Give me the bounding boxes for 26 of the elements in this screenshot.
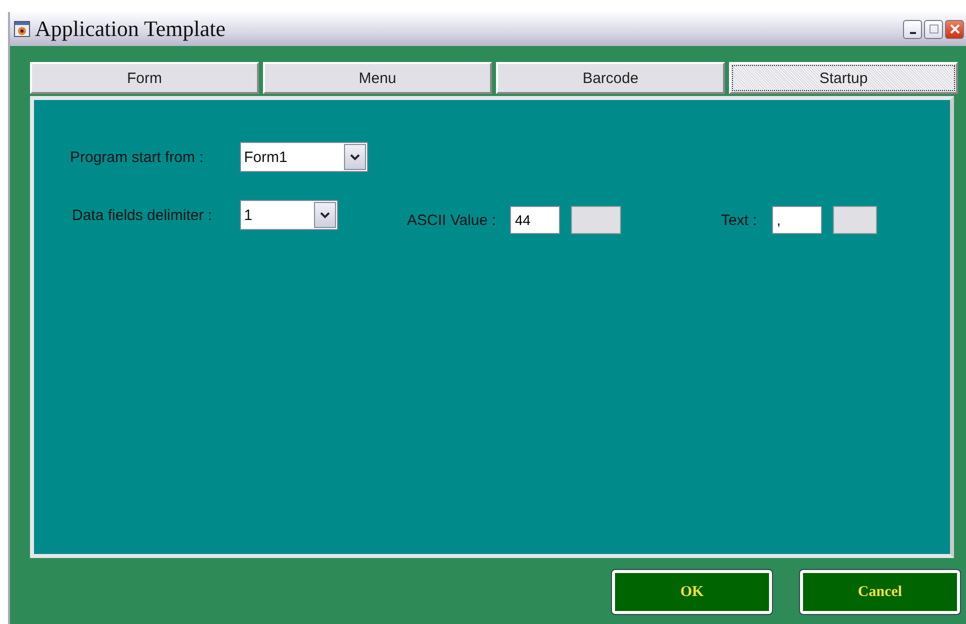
maximize-icon — [928, 24, 938, 34]
ascii-value-field[interactable]: 44 — [510, 206, 560, 234]
tab[interactable]: Form — [30, 62, 259, 94]
ascii-preview-box — [570, 206, 621, 234]
chevron-down-icon — [350, 153, 360, 161]
close-button[interactable] — [945, 20, 964, 38]
app-icon — [14, 21, 30, 37]
program-start-dropdown[interactable]: Form1 — [240, 142, 368, 172]
field-label: ASCII Value : — [407, 212, 496, 228]
window-title: Application Template — [35, 16, 226, 42]
cancel-button[interactable]: Cancel — [800, 570, 960, 614]
ok-button[interactable]: OK — [612, 570, 772, 614]
minimize-button[interactable] — [903, 20, 922, 38]
text-field[interactable]: , — [772, 206, 822, 234]
maximize-button[interactable] — [924, 20, 943, 38]
tab[interactable]: Barcode — [496, 62, 725, 94]
delimiter-dropdown[interactable]: 1 — [240, 200, 338, 230]
field-label: Data fields delimiter : — [72, 206, 214, 224]
field-label: Text : — [720, 212, 757, 228]
tab[interactable]: Menu — [263, 62, 492, 94]
text-preview-box — [832, 206, 877, 234]
minimize-icon — [910, 32, 916, 34]
field-label: Program start from : — [70, 148, 204, 166]
tab[interactable]: Startup — [729, 62, 958, 94]
chevron-down-icon — [320, 211, 330, 219]
close-icon — [950, 24, 960, 34]
